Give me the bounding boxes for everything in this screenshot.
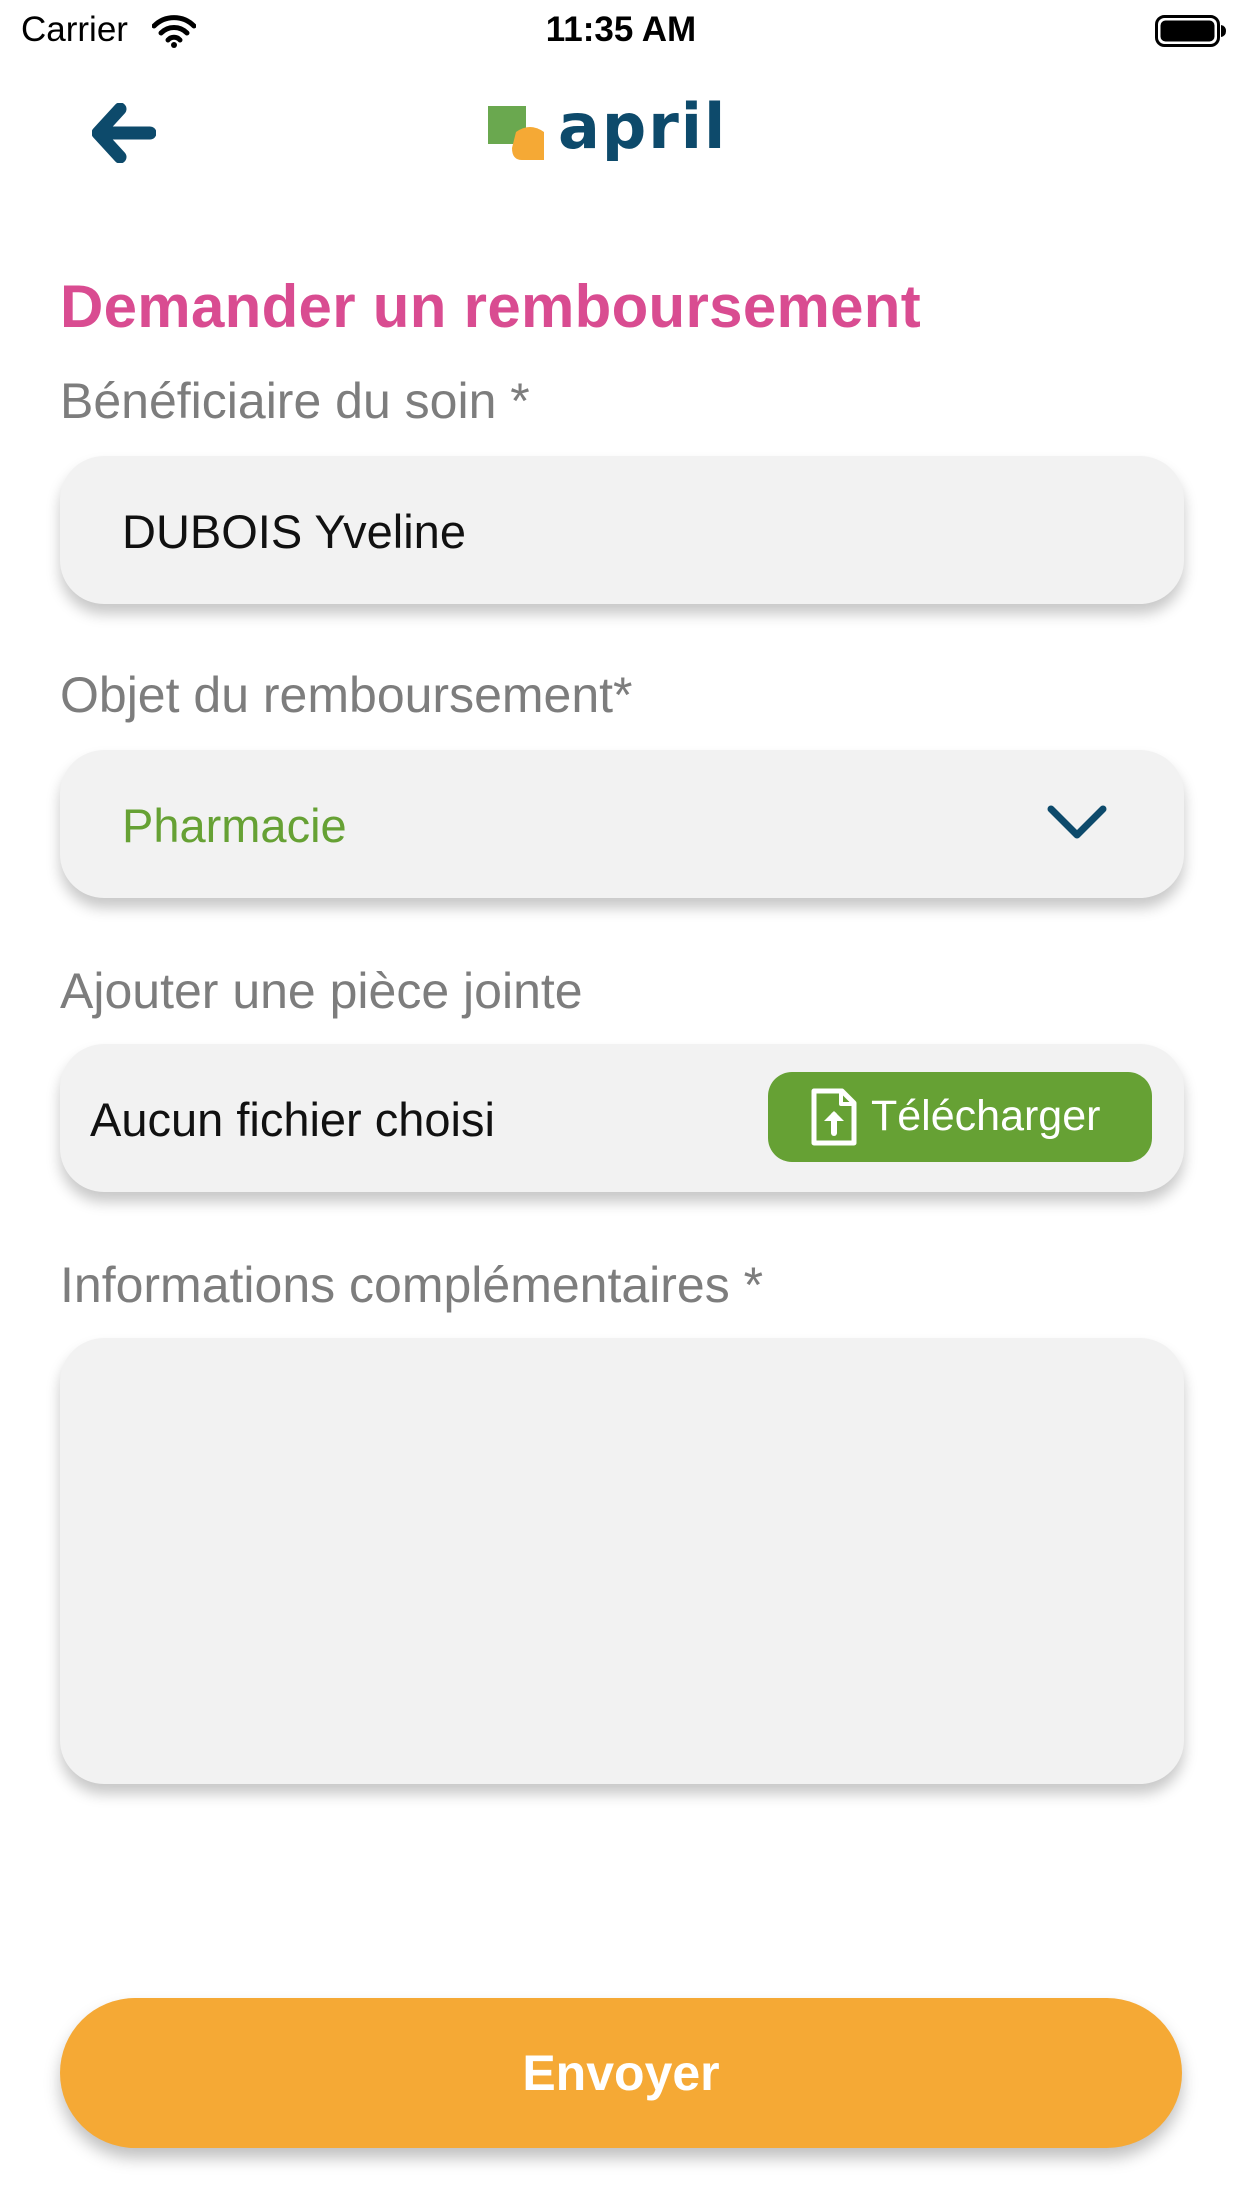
back-button[interactable] [84,95,164,171]
upload-button-label: Télécharger [871,1092,1101,1140]
beneficiary-value: DUBOIS Yveline [122,505,466,558]
file-upload-icon [811,1088,857,1146]
attachment-label: Ajouter une pièce jointe [60,963,583,1019]
chevron-down-icon[interactable] [1046,804,1108,840]
info-label: Informations complémentaires * [60,1257,764,1313]
object-select[interactable]: Pharmacie [60,750,1184,898]
info-textarea[interactable] [60,1338,1184,1784]
upload-button[interactable]: Télécharger [768,1072,1152,1162]
attachment-status: Aucun fichier choisi [90,1093,495,1146]
beneficiary-label: Bénéficiaire du soin * [60,373,530,429]
arrow-left-icon [92,103,156,163]
beneficiary-field[interactable]: DUBOIS Yveline [60,456,1184,604]
submit-button[interactable]: Envoyer [60,1998,1182,2148]
logo-wordmark: april [558,98,727,163]
clock: 11:35 AM [545,10,697,49]
status-bar: Carrier 11:35 AM [0,0,1242,60]
april-logo: april [488,98,727,163]
object-label: Objet du remboursement* [60,667,633,723]
page-title: Demander un remboursement [60,273,922,340]
object-selected-value: Pharmacie [122,799,347,852]
battery-icon [1155,15,1226,47]
